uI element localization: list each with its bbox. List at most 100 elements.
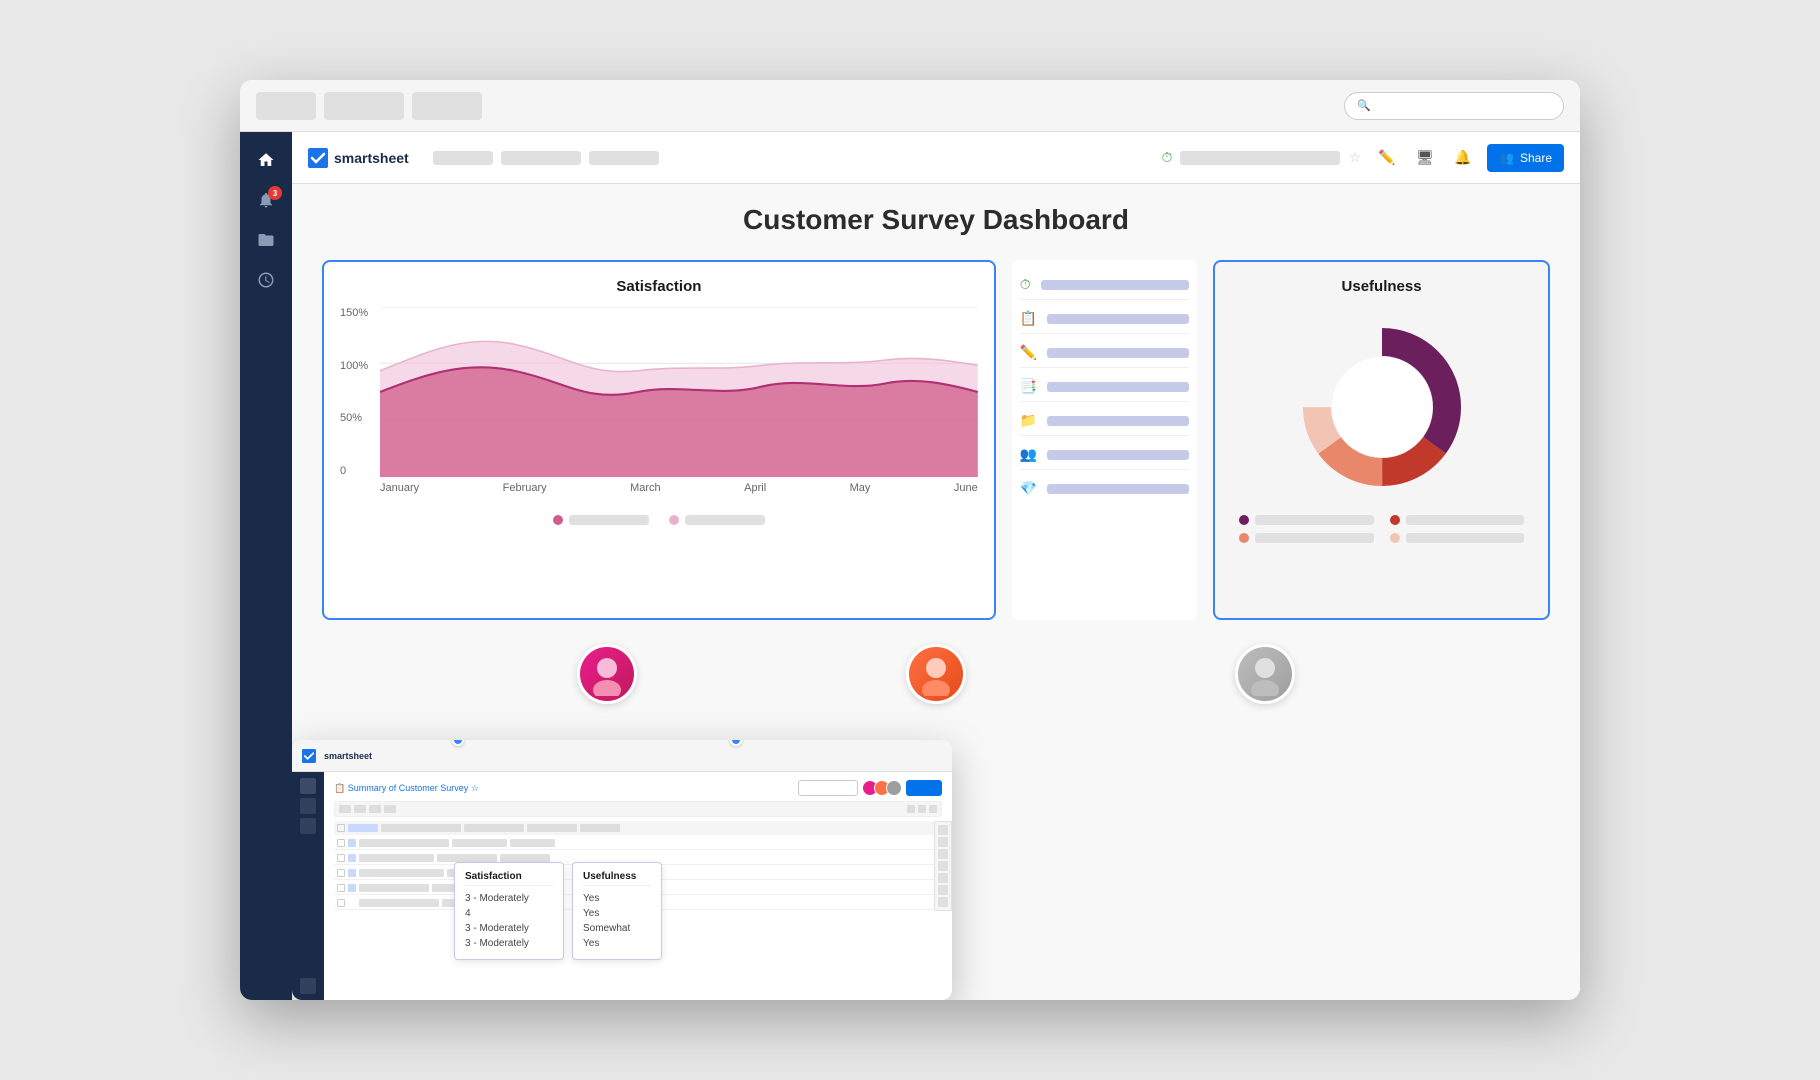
search-icon: 🔍 [1357, 99, 1371, 112]
satisfaction-svg [380, 307, 978, 477]
toolbar-btn-2 [354, 805, 366, 813]
list-icon-3: ✏️ [1020, 344, 1037, 361]
overlay-sheet-content: 📋 Summary of Customer Survey ☆ [324, 772, 952, 1000]
list-icon-7: 💎 [1020, 480, 1037, 497]
browser-tab-2[interactable] [324, 92, 404, 120]
sidebar-item-notifications[interactable]: 3 [248, 184, 284, 220]
breadcrumb-item-1[interactable] [433, 151, 493, 165]
overlay-search-box[interactable] [798, 780, 858, 796]
list-row-5: 📁 [1020, 406, 1189, 436]
legend-item-1 [553, 515, 649, 525]
list-row-1: ⏱ [1020, 270, 1189, 300]
overlay-sidebar-btn-1 [300, 778, 316, 794]
list-icon-5: 📁 [1020, 412, 1037, 429]
legend-label-2 [685, 515, 765, 525]
breadcrumb-item-2[interactable] [501, 151, 581, 165]
breadcrumb-item-3[interactable] [589, 151, 659, 165]
satisfaction-chart-card: Satisfaction 150% 100% 50% 0 [322, 260, 996, 620]
satisfaction-popup: Satisfaction 3 - Moderately 4 3 - Modera… [454, 862, 564, 960]
side-icons-panel [934, 821, 952, 911]
browser-tabs [256, 92, 1332, 120]
side-icon-6 [938, 885, 948, 895]
side-icon-2 [938, 837, 948, 847]
row1-checkbox [337, 839, 345, 847]
x-label-may: May [850, 482, 871, 507]
header-breadcrumb [433, 151, 1150, 165]
row1-cell-3 [510, 839, 555, 847]
sidebar-item-home[interactable] [248, 144, 284, 180]
app-logo-text: smartsheet [334, 150, 409, 166]
edit-button[interactable]: ✏️ [1373, 144, 1401, 172]
sidebar-item-recent[interactable] [248, 264, 284, 300]
notify-button[interactable]: 🔔 [1449, 144, 1477, 172]
list-panel: ⏱ 📋 ✏️ 📑 [1012, 260, 1197, 620]
usefulness-row-4: Yes [583, 936, 651, 951]
favorite-star[interactable]: ☆ [1348, 149, 1361, 166]
header-cell-1 [381, 824, 461, 832]
donut-label-somewhat [1255, 533, 1373, 543]
row2-cell-3 [500, 854, 550, 862]
donut-dot-no [1390, 515, 1400, 525]
row2-checkbox [337, 854, 345, 862]
list-bar-5 [1047, 416, 1189, 426]
list-bar-7 [1047, 484, 1189, 494]
overlay-avatar-3 [886, 780, 902, 796]
browser-tab-3[interactable] [412, 92, 482, 120]
overlay-sheet-title: 📋 Summary of Customer Survey ☆ [334, 783, 479, 794]
overlay-sidebar-btn-4 [300, 978, 316, 994]
usefulness-chart-card: Usefulness [1213, 260, 1550, 620]
overlay-toolbar [334, 801, 942, 817]
list-row-7: 💎 [1020, 474, 1189, 503]
sidebar-item-browse[interactable] [248, 224, 284, 260]
sheet-title-bar [1180, 151, 1340, 165]
donut-legend-no [1390, 515, 1524, 525]
donut-label-no [1406, 515, 1524, 525]
x-label-feb: February [503, 482, 547, 507]
row1-expand [348, 839, 356, 847]
overlay-body: 📋 Summary of Customer Survey ☆ [292, 772, 952, 1000]
y-label-100: 100% [340, 360, 380, 372]
overlay-share-btn[interactable] [906, 780, 942, 796]
row4-cell-1 [359, 884, 429, 892]
legend-dot-1 [553, 515, 563, 525]
donut-legend-na [1390, 533, 1524, 543]
donut-legend-yes [1239, 515, 1373, 525]
row1-cell-1 [359, 839, 449, 847]
usefulness-popup: Usefulness Yes Yes Somewhat Yes [572, 862, 662, 960]
list-icon-4: 📑 [1020, 378, 1037, 395]
browser-bar: 🔍 [240, 80, 1580, 132]
list-bar-3 [1047, 348, 1189, 358]
overlay-header: smartsheet [292, 740, 952, 772]
row2-expand [348, 854, 356, 862]
x-label-jun: June [954, 482, 978, 507]
x-label-jan: January [380, 482, 419, 507]
avatar-2 [906, 644, 966, 704]
share-button[interactable]: 👥 Share [1487, 144, 1564, 172]
donut-dot-na [1390, 533, 1400, 543]
present-button[interactable]: 🖥 [1411, 144, 1439, 172]
list-bar-6 [1047, 450, 1189, 460]
satisfaction-svg-area [380, 307, 978, 477]
browser-window: 🔍 3 [240, 80, 1580, 1000]
avatar-img-2 [909, 647, 963, 701]
usefulness-card-title: Usefulness [1231, 278, 1532, 295]
popup-boxes: Satisfaction 3 - Moderately 4 3 - Modera… [454, 862, 662, 960]
app-header: smartsheet ⏱ ☆ ✏️ 🖥 🔔 👥 [292, 132, 1580, 184]
list-row-3: ✏️ [1020, 338, 1189, 368]
list-bar-2 [1047, 314, 1189, 324]
browser-tab-1[interactable] [256, 92, 316, 120]
usefulness-row-2: Yes [583, 906, 651, 921]
avatar-3 [1235, 644, 1295, 704]
overlay-logo-text: smartsheet [324, 751, 372, 761]
share-label: Share [1520, 151, 1552, 165]
y-label-0: 0 [340, 465, 380, 477]
row1-cell-2 [452, 839, 507, 847]
person-svg-3 [1243, 652, 1287, 696]
donut-label-yes [1255, 515, 1373, 525]
main-content: smartsheet ⏱ ☆ ✏️ 🖥 🔔 👥 [292, 132, 1580, 1000]
notification-badge: 3 [268, 186, 282, 200]
satisfaction-chart: 150% 100% 50% 0 [340, 307, 978, 507]
usefulness-popup-title: Usefulness [583, 871, 651, 886]
browser-search-bar[interactable]: 🔍 [1344, 92, 1564, 120]
app-container: 3 smartsh [240, 132, 1580, 1000]
